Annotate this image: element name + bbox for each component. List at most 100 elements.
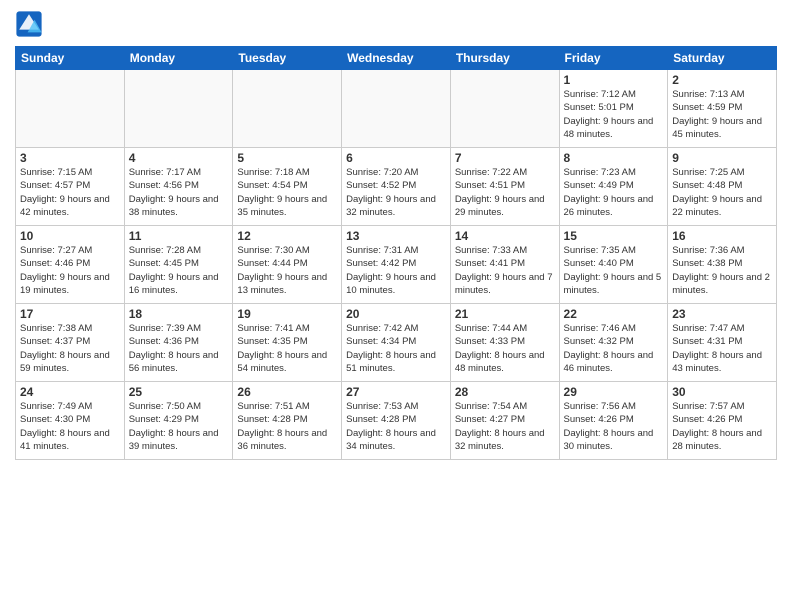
calendar-week-2: 3Sunrise: 7:15 AM Sunset: 4:57 PM Daylig… [16,148,777,226]
day-number: 21 [455,307,555,321]
day-info: Sunrise: 7:38 AM Sunset: 4:37 PM Dayligh… [20,322,120,375]
calendar-cell: 15Sunrise: 7:35 AM Sunset: 4:40 PM Dayli… [559,226,668,304]
day-info: Sunrise: 7:12 AM Sunset: 5:01 PM Dayligh… [564,88,664,141]
calendar-cell: 24Sunrise: 7:49 AM Sunset: 4:30 PM Dayli… [16,382,125,460]
day-info: Sunrise: 7:35 AM Sunset: 4:40 PM Dayligh… [564,244,664,297]
day-number: 22 [564,307,664,321]
calendar-cell: 23Sunrise: 7:47 AM Sunset: 4:31 PM Dayli… [668,304,777,382]
day-info: Sunrise: 7:53 AM Sunset: 4:28 PM Dayligh… [346,400,446,453]
day-number: 15 [564,229,664,243]
calendar-cell: 27Sunrise: 7:53 AM Sunset: 4:28 PM Dayli… [342,382,451,460]
calendar-cell: 25Sunrise: 7:50 AM Sunset: 4:29 PM Dayli… [124,382,233,460]
day-info: Sunrise: 7:31 AM Sunset: 4:42 PM Dayligh… [346,244,446,297]
calendar-cell: 7Sunrise: 7:22 AM Sunset: 4:51 PM Daylig… [450,148,559,226]
day-info: Sunrise: 7:25 AM Sunset: 4:48 PM Dayligh… [672,166,772,219]
calendar-cell [233,70,342,148]
day-info: Sunrise: 7:46 AM Sunset: 4:32 PM Dayligh… [564,322,664,375]
day-number: 29 [564,385,664,399]
day-info: Sunrise: 7:17 AM Sunset: 4:56 PM Dayligh… [129,166,229,219]
calendar-header-wednesday: Wednesday [342,47,451,70]
day-info: Sunrise: 7:23 AM Sunset: 4:49 PM Dayligh… [564,166,664,219]
header [15,10,777,38]
day-info: Sunrise: 7:49 AM Sunset: 4:30 PM Dayligh… [20,400,120,453]
day-info: Sunrise: 7:36 AM Sunset: 4:38 PM Dayligh… [672,244,772,297]
day-info: Sunrise: 7:18 AM Sunset: 4:54 PM Dayligh… [237,166,337,219]
day-info: Sunrise: 7:28 AM Sunset: 4:45 PM Dayligh… [129,244,229,297]
day-number: 30 [672,385,772,399]
day-info: Sunrise: 7:44 AM Sunset: 4:33 PM Dayligh… [455,322,555,375]
day-number: 18 [129,307,229,321]
day-number: 5 [237,151,337,165]
day-info: Sunrise: 7:41 AM Sunset: 4:35 PM Dayligh… [237,322,337,375]
day-info: Sunrise: 7:22 AM Sunset: 4:51 PM Dayligh… [455,166,555,219]
day-number: 10 [20,229,120,243]
calendar-week-1: 1Sunrise: 7:12 AM Sunset: 5:01 PM Daylig… [16,70,777,148]
day-number: 9 [672,151,772,165]
calendar-cell: 26Sunrise: 7:51 AM Sunset: 4:28 PM Dayli… [233,382,342,460]
calendar-week-4: 17Sunrise: 7:38 AM Sunset: 4:37 PM Dayli… [16,304,777,382]
day-number: 6 [346,151,446,165]
calendar-cell: 20Sunrise: 7:42 AM Sunset: 4:34 PM Dayli… [342,304,451,382]
day-number: 12 [237,229,337,243]
day-number: 20 [346,307,446,321]
calendar-cell: 18Sunrise: 7:39 AM Sunset: 4:36 PM Dayli… [124,304,233,382]
calendar-cell: 28Sunrise: 7:54 AM Sunset: 4:27 PM Dayli… [450,382,559,460]
calendar-week-5: 24Sunrise: 7:49 AM Sunset: 4:30 PM Dayli… [16,382,777,460]
day-info: Sunrise: 7:54 AM Sunset: 4:27 PM Dayligh… [455,400,555,453]
day-number: 13 [346,229,446,243]
calendar-cell: 6Sunrise: 7:20 AM Sunset: 4:52 PM Daylig… [342,148,451,226]
calendar-cell: 12Sunrise: 7:30 AM Sunset: 4:44 PM Dayli… [233,226,342,304]
day-info: Sunrise: 7:15 AM Sunset: 4:57 PM Dayligh… [20,166,120,219]
day-number: 26 [237,385,337,399]
calendar-cell: 21Sunrise: 7:44 AM Sunset: 4:33 PM Dayli… [450,304,559,382]
calendar-cell [342,70,451,148]
calendar-cell: 1Sunrise: 7:12 AM Sunset: 5:01 PM Daylig… [559,70,668,148]
day-info: Sunrise: 7:13 AM Sunset: 4:59 PM Dayligh… [672,88,772,141]
day-info: Sunrise: 7:57 AM Sunset: 4:26 PM Dayligh… [672,400,772,453]
calendar-table: SundayMondayTuesdayWednesdayThursdayFrid… [15,46,777,460]
day-number: 2 [672,73,772,87]
calendar-cell: 5Sunrise: 7:18 AM Sunset: 4:54 PM Daylig… [233,148,342,226]
logo-icon [15,10,43,38]
day-number: 11 [129,229,229,243]
calendar-cell: 3Sunrise: 7:15 AM Sunset: 4:57 PM Daylig… [16,148,125,226]
day-info: Sunrise: 7:39 AM Sunset: 4:36 PM Dayligh… [129,322,229,375]
day-number: 1 [564,73,664,87]
calendar-header-tuesday: Tuesday [233,47,342,70]
day-number: 17 [20,307,120,321]
calendar-cell [450,70,559,148]
day-number: 25 [129,385,229,399]
day-info: Sunrise: 7:42 AM Sunset: 4:34 PM Dayligh… [346,322,446,375]
calendar-cell: 16Sunrise: 7:36 AM Sunset: 4:38 PM Dayli… [668,226,777,304]
calendar-header-sunday: Sunday [16,47,125,70]
day-info: Sunrise: 7:27 AM Sunset: 4:46 PM Dayligh… [20,244,120,297]
day-number: 23 [672,307,772,321]
calendar-cell: 13Sunrise: 7:31 AM Sunset: 4:42 PM Dayli… [342,226,451,304]
calendar-cell: 29Sunrise: 7:56 AM Sunset: 4:26 PM Dayli… [559,382,668,460]
calendar-cell: 9Sunrise: 7:25 AM Sunset: 4:48 PM Daylig… [668,148,777,226]
calendar-cell: 8Sunrise: 7:23 AM Sunset: 4:49 PM Daylig… [559,148,668,226]
day-number: 3 [20,151,120,165]
calendar-cell: 14Sunrise: 7:33 AM Sunset: 4:41 PM Dayli… [450,226,559,304]
calendar-cell: 10Sunrise: 7:27 AM Sunset: 4:46 PM Dayli… [16,226,125,304]
calendar-cell: 22Sunrise: 7:46 AM Sunset: 4:32 PM Dayli… [559,304,668,382]
main-container: SundayMondayTuesdayWednesdayThursdayFrid… [0,0,792,612]
calendar-header-row: SundayMondayTuesdayWednesdayThursdayFrid… [16,47,777,70]
calendar-header-thursday: Thursday [450,47,559,70]
calendar-header-monday: Monday [124,47,233,70]
day-info: Sunrise: 7:50 AM Sunset: 4:29 PM Dayligh… [129,400,229,453]
calendar-cell: 4Sunrise: 7:17 AM Sunset: 4:56 PM Daylig… [124,148,233,226]
day-info: Sunrise: 7:33 AM Sunset: 4:41 PM Dayligh… [455,244,555,297]
day-number: 16 [672,229,772,243]
calendar-header-friday: Friday [559,47,668,70]
calendar-cell: 17Sunrise: 7:38 AM Sunset: 4:37 PM Dayli… [16,304,125,382]
calendar-cell: 11Sunrise: 7:28 AM Sunset: 4:45 PM Dayli… [124,226,233,304]
day-info: Sunrise: 7:56 AM Sunset: 4:26 PM Dayligh… [564,400,664,453]
day-number: 14 [455,229,555,243]
day-number: 8 [564,151,664,165]
calendar-cell [124,70,233,148]
calendar-header-saturday: Saturday [668,47,777,70]
calendar-cell: 2Sunrise: 7:13 AM Sunset: 4:59 PM Daylig… [668,70,777,148]
calendar-week-3: 10Sunrise: 7:27 AM Sunset: 4:46 PM Dayli… [16,226,777,304]
day-info: Sunrise: 7:47 AM Sunset: 4:31 PM Dayligh… [672,322,772,375]
